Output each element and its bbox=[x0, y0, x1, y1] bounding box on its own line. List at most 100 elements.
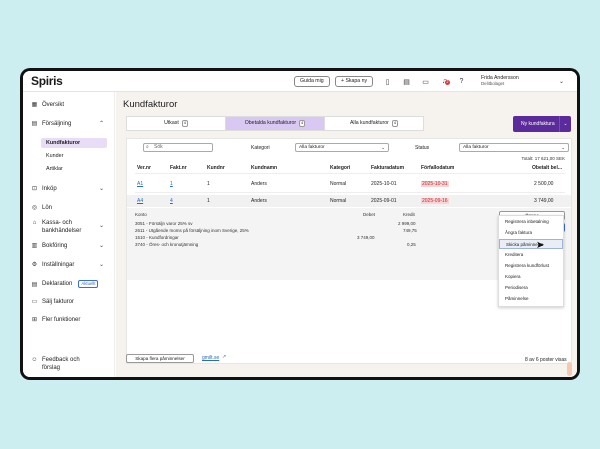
menu-item-registrera-inbetalning[interactable]: Registrera inbetalning bbox=[499, 217, 563, 227]
grid-icon: ▦ bbox=[31, 102, 38, 108]
notification-badge: 2 bbox=[445, 80, 450, 85]
menu-item-periodisera[interactable]: Periodisera bbox=[499, 283, 563, 293]
sidebar-item-installningar[interactable]: ⚙ Inställningar bbox=[31, 261, 75, 269]
selected-row[interactable] bbox=[127, 195, 571, 207]
sidebar-sub-artiklar[interactable]: Artiklar bbox=[41, 164, 107, 174]
sidebar-item-lon[interactable]: ◎ Lön bbox=[31, 204, 52, 212]
guide-button[interactable]: Guida mig bbox=[294, 76, 330, 87]
row1-kundnamn: Anders bbox=[251, 181, 267, 187]
divider bbox=[135, 192, 565, 193]
chat-icon[interactable]: ▭ bbox=[421, 77, 430, 86]
menu-item-kopiera[interactable]: Kopiera bbox=[499, 272, 563, 282]
menu-item-angra-faktura[interactable]: Ångra faktura bbox=[499, 228, 563, 238]
col-kundnr[interactable]: Kundnr bbox=[207, 165, 225, 171]
chevron-down-icon[interactable]: ⌄ bbox=[99, 222, 104, 229]
row2-fakt[interactable]: 4 bbox=[170, 198, 173, 204]
page-title: Kundfakturor bbox=[123, 99, 178, 110]
external-link-icon[interactable]: ↗ bbox=[222, 354, 226, 360]
col-forfallodatum[interactable]: Förfallodatum bbox=[421, 165, 454, 171]
new-invoice-button[interactable]: Ny kundfaktura ⌄ bbox=[513, 116, 571, 132]
chevron-down-icon[interactable]: ⌄ bbox=[99, 261, 104, 268]
create-new-button[interactable]: + Skapa ny bbox=[335, 76, 374, 87]
menu-item-registrera-kundforlust[interactable]: Registrera kundförlust bbox=[499, 261, 563, 271]
chevron-down-icon: ⌄ bbox=[381, 145, 385, 150]
tab-utkast[interactable]: Utkast 4 bbox=[127, 117, 226, 130]
row1-belopp: 2 500,00 bbox=[534, 181, 554, 187]
sidebar: ▦ Översikt ▤ Försäljning ⌃ Kundfakturor Ku… bbox=[23, 92, 115, 377]
invoice-tabs: Utkast 4 Obetalda kundfakturor 4 Alla kund… bbox=[126, 116, 424, 131]
tab-count: 4 bbox=[299, 120, 306, 127]
category-label: Kategori bbox=[251, 145, 270, 151]
category-select[interactable]: Alla fakturor ⌄ bbox=[295, 143, 389, 152]
search-icon: ⌕ bbox=[146, 144, 149, 150]
sidebar-item-feedback[interactable]: ☺ Feedback och förslag bbox=[31, 356, 79, 372]
user-menu[interactable]: Frida Andersson Delitbolaget bbox=[481, 75, 519, 87]
col-obetalt[interactable]: Obetalt bel... bbox=[532, 165, 562, 171]
chevron-up-icon[interactable]: ⌃ bbox=[99, 120, 104, 127]
detail-line-konto: 2611 - Utgående moms på försäljning inom… bbox=[135, 228, 249, 233]
status-select[interactable]: Alla fakturor ⌄ bbox=[459, 143, 569, 152]
row2-kategori: Normal bbox=[330, 198, 347, 204]
bell-icon[interactable]: ♫2 bbox=[440, 77, 450, 86]
receipt-icon[interactable]: ▤ bbox=[402, 77, 411, 86]
app-window: Spiris Guida mig + Skapa ny ▯ ▤ ▭ ♫2 ? F… bbox=[23, 71, 577, 377]
row2-fakturadatum: 2025-09-01 bbox=[371, 198, 397, 204]
row1-ver[interactable]: A1 bbox=[137, 181, 143, 187]
total-amount: Totalt: 17 621,00 SEK bbox=[521, 156, 565, 161]
tab-obetalda[interactable]: Obetalda kundfakturor 4 bbox=[226, 117, 325, 130]
menu-item-kreditera[interactable]: Kreditera bbox=[499, 250, 563, 260]
pager-text: 8 av 6 poster visas bbox=[525, 357, 567, 363]
device-frame: Spiris Guida mig + Skapa ny ▯ ▤ ▭ ♫2 ? F… bbox=[20, 68, 580, 380]
sidebar-item-bokforing[interactable]: ▥ Bokföring bbox=[31, 242, 68, 250]
row2-ver[interactable]: A4 bbox=[137, 198, 143, 204]
sidebar-sub-kunder[interactable]: Kunder bbox=[41, 151, 107, 161]
bank-icon: ⌂ bbox=[32, 219, 37, 226]
detail-kredit-header: Kredit bbox=[403, 212, 415, 217]
actions-menu: Registrera inbetalning Ångra faktura Ski… bbox=[498, 215, 564, 307]
document-icon[interactable]: ▯ bbox=[383, 77, 392, 86]
col-kundnamn[interactable]: Kundnamn bbox=[251, 165, 277, 171]
ledger-icon: ▥ bbox=[31, 243, 38, 249]
row2-kundnr: 1 bbox=[207, 198, 210, 204]
menu-item-skicka-paminnelse[interactable]: Skicka påminnelse bbox=[499, 239, 563, 249]
row1-fakt[interactable]: 1 bbox=[170, 181, 173, 187]
detail-line-konto: 3740 - Öres- och kronutjämning bbox=[135, 242, 199, 247]
detail-debet-header: Debet bbox=[363, 212, 376, 217]
detail-line-debet: 3 749,00 bbox=[357, 235, 375, 240]
sidebar-item-deklaration[interactable]: ▤ Deklaration Aktuellt bbox=[31, 280, 99, 288]
col-fakt[interactable]: Fakt.nr bbox=[170, 165, 187, 171]
search-input[interactable]: ⌕ Sök bbox=[143, 143, 213, 152]
sidebar-item-oversikt[interactable]: ▦ Översikt bbox=[31, 101, 64, 109]
sidebar-item-salj-fakturor[interactable]: ▭ Sälj fakturor bbox=[31, 298, 74, 306]
col-ver[interactable]: Ver.nr bbox=[137, 165, 151, 171]
chevron-down-icon[interactable]: ⌄ bbox=[559, 78, 564, 85]
scroll-indicator[interactable] bbox=[567, 362, 572, 376]
row1-kundnr: 1 bbox=[207, 181, 210, 187]
tab-alla[interactable]: Alla kundfakturor 4 bbox=[325, 117, 423, 130]
more-icon: ⊞ bbox=[31, 317, 38, 323]
cart-icon: ⊡ bbox=[31, 186, 38, 192]
sidebar-item-kassa[interactable]: ⌂ Kassa- och bankhändelser bbox=[31, 219, 82, 235]
chevron-down-icon[interactable]: ⌄ bbox=[559, 116, 571, 132]
tab-count: 4 bbox=[181, 120, 188, 127]
sidebar-item-inkop[interactable]: ⊡ Inköp bbox=[31, 185, 57, 193]
footer-link[interactable]: gmilt.se bbox=[202, 355, 219, 361]
col-kategori[interactable]: Kategori bbox=[330, 165, 350, 171]
col-fakturadatum[interactable]: Fakturadatum bbox=[371, 165, 404, 171]
settings-icon: ⚙ bbox=[31, 262, 38, 268]
detail-line-kredit: 749,75 bbox=[403, 228, 417, 233]
menu-item-paminnelse[interactable]: Påminnelse bbox=[499, 294, 563, 304]
row1-fakturadatum: 2025-10-01 bbox=[371, 181, 397, 187]
sidebar-sub-kundfakturor[interactable]: Kundfakturor bbox=[41, 138, 107, 148]
create-reminders-button[interactable]: Skapa flera påminnelser bbox=[126, 354, 194, 363]
row2-forfallodatum: 2025-09-16 bbox=[421, 198, 449, 204]
help-icon[interactable]: ? bbox=[457, 77, 466, 86]
chevron-down-icon[interactable]: ⌄ bbox=[99, 185, 104, 192]
chevron-down-icon[interactable]: ⌄ bbox=[99, 242, 104, 249]
salary-icon: ◎ bbox=[31, 205, 38, 211]
sales-icon: ▤ bbox=[31, 121, 38, 127]
tab-count: 4 bbox=[391, 120, 399, 127]
aktuellt-badge: Aktuellt bbox=[78, 280, 99, 288]
row1-forfallodatum: 2025-10-31 bbox=[421, 181, 449, 187]
sidebar-item-fler-funktioner[interactable]: ⊞ Fler funktioner bbox=[31, 316, 80, 324]
